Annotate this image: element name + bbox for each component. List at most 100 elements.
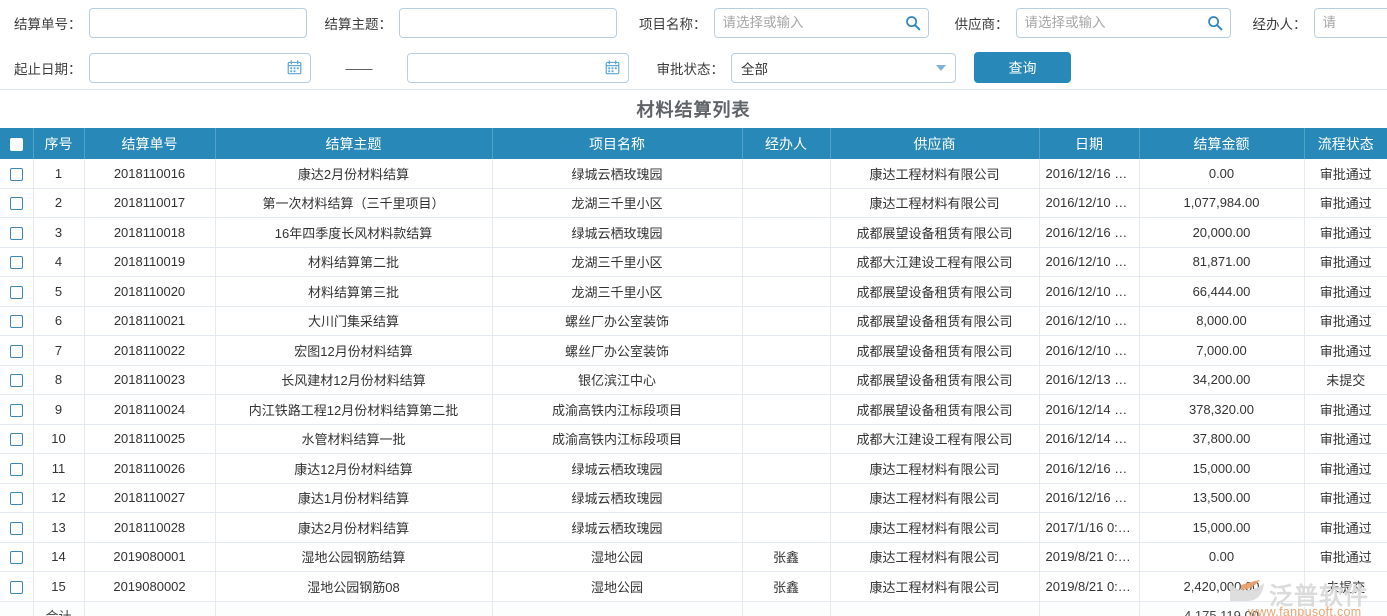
subject-input[interactable] [400, 10, 616, 36]
row-select-cell[interactable] [0, 395, 33, 425]
supplier-input[interactable] [1017, 10, 1230, 36]
table-row[interactable]: 3201811001816年四季度长风材料款结算绿城云栖玫瑰园成都展望设备租赁有… [0, 218, 1387, 248]
search-icon[interactable] [904, 14, 922, 32]
table-row[interactable]: 42018110019材料结算第二批龙湖三千里小区成都大江建设工程有限公司201… [0, 247, 1387, 277]
date-from-input[interactable] [90, 55, 310, 81]
select-all-header[interactable] [0, 128, 33, 159]
row-checkbox[interactable] [10, 345, 23, 358]
date-from-input-box[interactable] [89, 53, 311, 83]
cell-project[interactable]: 银亿滨江中心 [492, 365, 742, 395]
table-row[interactable]: 12018110016康达2月份材料结算绿城云栖玫瑰园康达工程材料有限公司201… [0, 159, 1387, 188]
row-select-cell[interactable] [0, 218, 33, 248]
cell-supplier[interactable]: 康达工程材料有限公司 [830, 454, 1039, 484]
row-select-cell[interactable] [0, 542, 33, 572]
cell-supplier[interactable]: 成都展望设备租赁有限公司 [830, 395, 1039, 425]
col-header-doc-no[interactable]: 结算单号 [84, 128, 215, 159]
select-all-checkbox[interactable] [10, 138, 23, 151]
calendar-icon[interactable] [286, 59, 304, 77]
cell-subject[interactable]: 内江铁路工程12月份材料结算第二批 [215, 395, 492, 425]
cell-supplier[interactable]: 成都展望设备租赁有限公司 [830, 336, 1039, 366]
query-button[interactable]: 查询 [974, 52, 1071, 83]
col-header-project[interactable]: 项目名称 [492, 128, 742, 159]
project-name-input-box[interactable] [714, 8, 929, 38]
handler-input-box[interactable] [1314, 8, 1387, 38]
cell-doc-no[interactable]: 2018110021 [84, 306, 215, 336]
row-select-cell[interactable] [0, 454, 33, 484]
cell-subject[interactable]: 康达1月份材料结算 [215, 483, 492, 513]
row-checkbox[interactable] [10, 256, 23, 269]
cell-doc-no[interactable]: 2018110022 [84, 336, 215, 366]
table-row[interactable]: 112018110026康达12月份材料结算绿城云栖玫瑰园康达工程材料有限公司2… [0, 454, 1387, 484]
cell-subject[interactable]: 长风建材12月份材料结算 [215, 365, 492, 395]
row-checkbox[interactable] [10, 286, 23, 299]
table-row[interactable]: 122018110027康达1月份材料结算绿城云栖玫瑰园康达工程材料有限公司20… [0, 483, 1387, 513]
table-row[interactable]: 92018110024内江铁路工程12月份材料结算第二批成渝高铁内江标段项目成都… [0, 395, 1387, 425]
cell-project[interactable]: 成渝高铁内江标段项目 [492, 424, 742, 454]
row-checkbox[interactable] [10, 463, 23, 476]
cell-subject[interactable]: 水管材料结算一批 [215, 424, 492, 454]
cell-subject[interactable]: 16年四季度长风材料款结算 [215, 218, 492, 248]
cell-doc-no[interactable]: 2018110024 [84, 395, 215, 425]
cell-doc-no[interactable]: 2018110025 [84, 424, 215, 454]
row-select-cell[interactable] [0, 365, 33, 395]
cell-project[interactable]: 绿城云栖玫瑰园 [492, 483, 742, 513]
table-row[interactable]: 72018110022宏图12月份材料结算螺丝厂办公室装饰成都展望设备租赁有限公… [0, 336, 1387, 366]
cell-supplier[interactable]: 成都大江建设工程有限公司 [830, 424, 1039, 454]
table-row[interactable]: 22018110017第一次材料结算（三千里项目）龙湖三千里小区康达工程材料有限… [0, 188, 1387, 218]
row-checkbox[interactable] [10, 168, 23, 181]
cell-supplier[interactable]: 成都展望设备租赁有限公司 [830, 277, 1039, 307]
col-header-subject[interactable]: 结算主题 [215, 128, 492, 159]
chevron-down-icon[interactable] [936, 65, 946, 71]
cell-doc-no[interactable]: 2018110018 [84, 218, 215, 248]
cell-project[interactable]: 龙湖三千里小区 [492, 247, 742, 277]
row-select-cell[interactable] [0, 159, 33, 188]
col-header-status[interactable]: 流程状态 [1304, 128, 1387, 159]
row-checkbox[interactable] [10, 581, 23, 594]
cell-supplier[interactable]: 康达工程材料有限公司 [830, 188, 1039, 218]
cell-subject[interactable]: 湿地公园钢筋08 [215, 572, 492, 602]
cell-supplier[interactable]: 康达工程材料有限公司 [830, 483, 1039, 513]
cell-subject[interactable]: 康达12月份材料结算 [215, 454, 492, 484]
cell-supplier[interactable]: 康达工程材料有限公司 [830, 542, 1039, 572]
row-select-cell[interactable] [0, 513, 33, 543]
row-select-cell[interactable] [0, 247, 33, 277]
table-row[interactable]: 62018110021大川门集采结算螺丝厂办公室装饰成都展望设备租赁有限公司20… [0, 306, 1387, 336]
col-header-handler[interactable]: 经办人 [742, 128, 830, 159]
cell-project[interactable]: 湿地公园 [492, 542, 742, 572]
row-select-cell[interactable] [0, 277, 33, 307]
cell-supplier[interactable]: 康达工程材料有限公司 [830, 159, 1039, 188]
cell-project[interactable]: 龙湖三千里小区 [492, 188, 742, 218]
row-select-cell[interactable] [0, 572, 33, 602]
cell-doc-no[interactable]: 2018110017 [84, 188, 215, 218]
cell-project[interactable]: 成渝高铁内江标段项目 [492, 395, 742, 425]
subject-input-box[interactable] [399, 8, 617, 38]
cell-project[interactable]: 绿城云栖玫瑰园 [492, 218, 742, 248]
doc-no-input-box[interactable] [89, 8, 307, 38]
cell-doc-no[interactable]: 2018110020 [84, 277, 215, 307]
row-select-cell[interactable] [0, 188, 33, 218]
cell-supplier[interactable]: 成都展望设备租赁有限公司 [830, 306, 1039, 336]
cell-subject[interactable]: 康达2月份材料结算 [215, 159, 492, 188]
cell-supplier[interactable]: 成都展望设备租赁有限公司 [830, 218, 1039, 248]
row-select-cell[interactable] [0, 483, 33, 513]
cell-supplier[interactable]: 康达工程材料有限公司 [830, 513, 1039, 543]
row-checkbox[interactable] [10, 197, 23, 210]
cell-doc-no[interactable]: 2018110028 [84, 513, 215, 543]
cell-project[interactable]: 湿地公园 [492, 572, 742, 602]
cell-doc-no[interactable]: 2019080002 [84, 572, 215, 602]
row-select-cell[interactable] [0, 424, 33, 454]
row-checkbox[interactable] [10, 404, 23, 417]
cell-subject[interactable]: 宏图12月份材料结算 [215, 336, 492, 366]
cell-supplier[interactable]: 成都大江建设工程有限公司 [830, 247, 1039, 277]
table-row[interactable]: 82018110023长风建材12月份材料结算银亿滨江中心成都展望设备租赁有限公… [0, 365, 1387, 395]
cell-doc-no[interactable]: 2018110016 [84, 159, 215, 188]
cell-project[interactable]: 绿城云栖玫瑰园 [492, 454, 742, 484]
cell-subject[interactable]: 第一次材料结算（三千里项目） [215, 188, 492, 218]
col-header-seq[interactable]: 序号 [33, 128, 84, 159]
supplier-input-box[interactable] [1016, 8, 1231, 38]
row-checkbox[interactable] [10, 374, 23, 387]
cell-subject[interactable]: 材料结算第二批 [215, 247, 492, 277]
table-row[interactable]: 142019080001湿地公园钢筋结算湿地公园张鑫康达工程材料有限公司2019… [0, 542, 1387, 572]
row-checkbox[interactable] [10, 522, 23, 535]
cell-doc-no[interactable]: 2018110027 [84, 483, 215, 513]
